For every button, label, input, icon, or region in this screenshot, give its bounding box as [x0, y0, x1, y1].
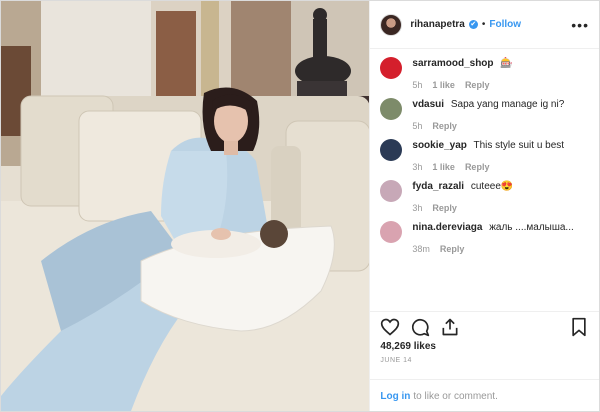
reply-button[interactable]: Reply: [465, 80, 490, 90]
comment-username[interactable]: fyda_razali: [412, 181, 464, 192]
share-icon[interactable]: [440, 317, 460, 337]
comment-text: Sapa yang manage ig ni?: [450, 99, 565, 110]
comment-item: fyda_razali cuteee😍 3h Reply: [370, 172, 599, 213]
reply-button[interactable]: Reply: [432, 203, 457, 213]
header-separator: •: [481, 19, 486, 30]
post-actions: [370, 311, 599, 342]
comment-likes[interactable]: 1 like: [432, 80, 455, 90]
commenter-avatar[interactable]: [380, 221, 403, 243]
comment-item: sarramood_shop 🎰 5h 1 like Reply: [370, 49, 599, 90]
comment-text: жаль ....малыша...: [489, 222, 574, 233]
follow-button[interactable]: Follow: [489, 19, 521, 30]
profile-avatar[interactable]: [380, 13, 403, 36]
comment-text: This style suit u best: [473, 140, 565, 151]
comment-username[interactable]: nina.dereviaga: [412, 222, 482, 233]
bookmark-icon[interactable]: [569, 317, 589, 337]
commenter-avatar[interactable]: [380, 139, 403, 161]
post-date[interactable]: JUNE 14: [380, 357, 412, 364]
post-side-panel: rihanapetra ✔ • Follow ••• sarramood_sho…: [369, 1, 599, 411]
commenter-avatar[interactable]: [380, 98, 403, 120]
comments-list[interactable]: sarramood_shop 🎰 5h 1 like Reply vdasui …: [370, 49, 599, 311]
comment-username[interactable]: sarramood_shop: [412, 58, 493, 69]
comment-username[interactable]: sookie_yap: [412, 140, 466, 151]
likes-count[interactable]: 48,269 likes: [380, 341, 436, 352]
comment-time[interactable]: 3h: [412, 162, 422, 172]
comment-icon[interactable]: [410, 317, 430, 337]
more-options-icon[interactable]: •••: [571, 17, 589, 33]
comment-time[interactable]: 5h: [412, 121, 422, 131]
comment-item: vdasui Sapa yang manage ig ni? 5h Reply: [370, 90, 599, 131]
comment-item: sookie_yap This style suit u best 3h 1 l…: [370, 131, 599, 172]
post-photo[interactable]: [1, 1, 370, 411]
reply-button[interactable]: Reply: [465, 162, 490, 172]
comment-item: nina.dereviaga жаль ....малыша... 38m Re…: [370, 213, 599, 254]
profile-username[interactable]: rihanapetra: [410, 19, 464, 30]
comment-time[interactable]: 38m: [412, 244, 430, 254]
instagram-post: rihanapetra ✔ • Follow ••• sarramood_sho…: [0, 0, 600, 412]
comment-likes[interactable]: 1 like: [432, 162, 455, 172]
commenter-avatar[interactable]: [380, 180, 403, 202]
reply-button[interactable]: Reply: [440, 244, 465, 254]
commenter-avatar[interactable]: [380, 57, 403, 79]
photo-illustration: [1, 1, 370, 411]
reply-button[interactable]: Reply: [432, 121, 457, 131]
verified-badge-icon: ✔: [468, 20, 478, 29]
comment-text: cuteee😍: [470, 181, 514, 192]
comment-time[interactable]: 5h: [412, 80, 422, 90]
comment-time[interactable]: 3h: [412, 203, 422, 213]
comment-text: 🎰: [500, 58, 513, 69]
heart-icon[interactable]: [380, 317, 400, 337]
login-prompt-text: to like or comment.: [413, 390, 498, 402]
comment-username[interactable]: vdasui: [412, 99, 444, 110]
post-header: rihanapetra ✔ • Follow •••: [370, 1, 599, 49]
login-prompt: Log in to like or comment.: [370, 379, 599, 412]
login-link[interactable]: Log in: [380, 391, 410, 402]
